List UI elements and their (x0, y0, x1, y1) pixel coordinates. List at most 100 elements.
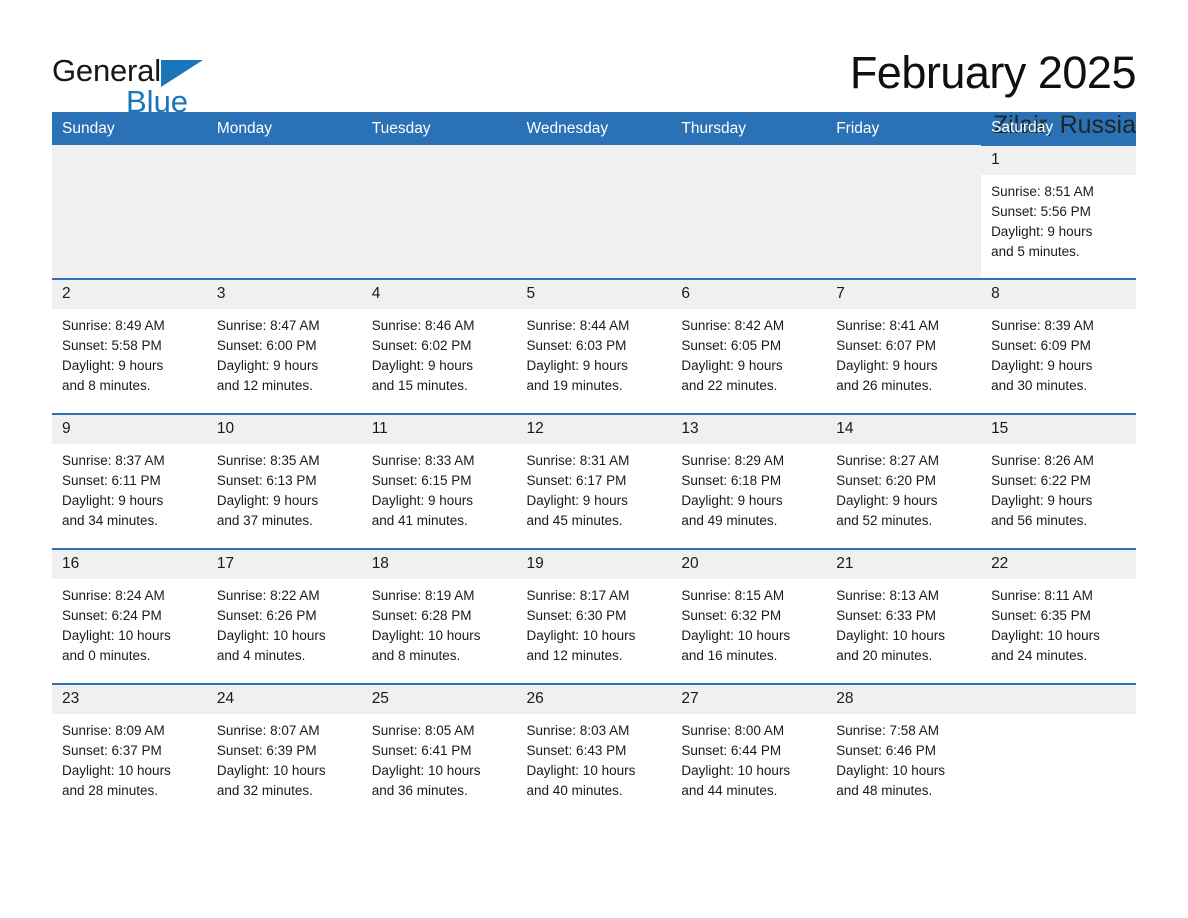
day-cell[interactable]: 22 Sunrise: 8:11 AM Sunset: 6:35 PM Dayl… (981, 548, 1136, 684)
daylight-text-line2: and 44 minutes. (681, 783, 778, 798)
sunset-text: Sunset: 6:18 PM (681, 473, 782, 488)
sunrise-text: Sunrise: 8:07 AM (216, 723, 320, 738)
day-number-blank (361, 145, 517, 174)
day-number-blank (671, 145, 827, 174)
daylight-text-line2: and 15 minutes. (371, 378, 468, 393)
day-details: Sunrise: 8:00 AM Sunset: 6:44 PM Dayligh… (671, 714, 826, 801)
day-cell[interactable]: 21 Sunrise: 8:13 AM Sunset: 6:33 PM Dayl… (826, 548, 982, 684)
sunset-text: Sunset: 6:37 PM (62, 743, 162, 758)
day-number: 17 (206, 550, 362, 579)
daylight-text-line1: Daylight: 9 hours (526, 493, 628, 508)
day-cell[interactable]: 25 Sunrise: 8:05 AM Sunset: 6:41 PM Dayl… (361, 683, 517, 801)
day-cell[interactable]: 18 Sunrise: 8:19 AM Sunset: 6:28 PM Dayl… (361, 548, 517, 684)
day-details: Sunrise: 8:47 AM Sunset: 6:00 PM Dayligh… (207, 309, 362, 396)
day-details: Sunrise: 8:39 AM Sunset: 6:09 PM Dayligh… (981, 309, 1136, 396)
day-cell[interactable]: 13 Sunrise: 8:29 AM Sunset: 6:18 PM Dayl… (671, 413, 827, 549)
day-details: Sunrise: 8:35 AM Sunset: 6:13 PM Dayligh… (207, 444, 362, 531)
day-cell[interactable]: 26 Sunrise: 8:03 AM Sunset: 6:43 PM Dayl… (516, 683, 672, 801)
day-details: Sunrise: 8:49 AM Sunset: 5:58 PM Dayligh… (52, 309, 207, 396)
day-cell[interactable]: 28 Sunrise: 7:58 AM Sunset: 6:46 PM Dayl… (826, 683, 982, 801)
daylight-text-line1: Daylight: 10 hours (836, 628, 946, 643)
page-title: February 2025 (849, 47, 1137, 98)
day-number: 1 (981, 146, 1136, 175)
day-cell-empty (981, 683, 1136, 801)
calendar-week-row: 16 Sunrise: 8:24 AM Sunset: 6:24 PM Dayl… (52, 548, 1136, 684)
sunset-text: Sunset: 6:05 PM (681, 338, 782, 353)
sunrise-text: Sunrise: 8:17 AM (526, 588, 630, 603)
daylight-text-line2: and 0 minutes. (62, 648, 151, 663)
day-cell[interactable]: 20 Sunrise: 8:15 AM Sunset: 6:32 PM Dayl… (671, 548, 827, 684)
day-cell[interactable]: 14 Sunrise: 8:27 AM Sunset: 6:20 PM Dayl… (826, 413, 982, 549)
daylight-text-line2: and 34 minutes. (62, 513, 159, 528)
sunrise-text: Sunrise: 7:58 AM (836, 723, 940, 738)
sunset-text: Sunset: 6:17 PM (526, 473, 627, 488)
day-number: 14 (826, 415, 982, 444)
day-number: 9 (52, 415, 207, 444)
daylight-text-line1: Daylight: 9 hours (681, 358, 783, 373)
daylight-text-line2: and 8 minutes. (62, 378, 151, 393)
day-number: 8 (981, 280, 1136, 309)
daylight-text-line2: and 41 minutes. (371, 513, 468, 528)
sunrise-text: Sunrise: 8:47 AM (216, 318, 320, 333)
daylight-text-line1: Daylight: 10 hours (526, 628, 636, 643)
sunrise-text: Sunrise: 8:37 AM (62, 453, 165, 468)
day-cell[interactable]: 2 Sunrise: 8:49 AM Sunset: 5:58 PM Dayli… (52, 278, 207, 414)
day-number: 27 (671, 685, 827, 714)
daylight-text-line1: Daylight: 10 hours (526, 763, 636, 778)
daylight-text-line2: and 37 minutes. (216, 513, 313, 528)
sunrise-text: Sunrise: 8:41 AM (836, 318, 940, 333)
day-details: Sunrise: 8:51 AM Sunset: 5:56 PM Dayligh… (981, 175, 1136, 262)
calendar-grid: Sunday Monday Tuesday Wednesday Thursday… (52, 112, 1136, 801)
sunset-text: Sunset: 6:33 PM (836, 608, 937, 623)
day-cell[interactable]: 23 Sunrise: 8:09 AM Sunset: 6:37 PM Dayl… (52, 683, 207, 801)
day-cell[interactable]: 1 Sunrise: 8:51 AM Sunset: 5:56 PM Dayli… (981, 144, 1136, 279)
sunset-text: Sunset: 6:15 PM (371, 473, 472, 488)
day-cell-empty (52, 145, 207, 279)
sunrise-text: Sunrise: 8:44 AM (526, 318, 630, 333)
day-cell[interactable]: 15 Sunrise: 8:26 AM Sunset: 6:22 PM Dayl… (981, 413, 1136, 549)
logo-general-label: General (52, 53, 161, 88)
day-cell[interactable]: 3 Sunrise: 8:47 AM Sunset: 6:00 PM Dayli… (206, 278, 362, 414)
sunset-text: Sunset: 6:07 PM (836, 338, 937, 353)
day-cell[interactable]: 16 Sunrise: 8:24 AM Sunset: 6:24 PM Dayl… (52, 548, 207, 684)
day-cell[interactable]: 4 Sunrise: 8:46 AM Sunset: 6:02 PM Dayli… (361, 278, 517, 414)
sunrise-text: Sunrise: 8:51 AM (991, 184, 1094, 199)
sunset-text: Sunset: 6:35 PM (991, 608, 1091, 623)
day-cell[interactable]: 10 Sunrise: 8:35 AM Sunset: 6:13 PM Dayl… (206, 413, 362, 549)
day-cell[interactable]: 6 Sunrise: 8:42 AM Sunset: 6:05 PM Dayli… (671, 278, 827, 414)
generalblue-logo[interactable]: General Blue (52, 48, 282, 118)
day-cell[interactable]: 27 Sunrise: 8:00 AM Sunset: 6:44 PM Dayl… (671, 683, 827, 801)
day-number-blank (516, 145, 672, 174)
sunset-text: Sunset: 6:24 PM (62, 608, 162, 623)
day-details: Sunrise: 8:26 AM Sunset: 6:22 PM Dayligh… (981, 444, 1136, 531)
day-cell[interactable]: 19 Sunrise: 8:17 AM Sunset: 6:30 PM Dayl… (516, 548, 672, 684)
day-cell[interactable]: 17 Sunrise: 8:22 AM Sunset: 6:26 PM Dayl… (206, 548, 362, 684)
day-cell[interactable]: 11 Sunrise: 8:33 AM Sunset: 6:15 PM Dayl… (361, 413, 517, 549)
day-number: 22 (981, 550, 1136, 579)
sunrise-text: Sunrise: 8:29 AM (681, 453, 785, 468)
daylight-text-line2: and 20 minutes. (836, 648, 933, 663)
daylight-text-line2: and 49 minutes. (681, 513, 778, 528)
sunset-text: Sunset: 6:46 PM (836, 743, 937, 758)
day-cell[interactable]: 9 Sunrise: 8:37 AM Sunset: 6:11 PM Dayli… (52, 413, 207, 549)
sunset-text: Sunset: 6:30 PM (526, 608, 627, 623)
daylight-text-line2: and 5 minutes. (991, 244, 1080, 259)
day-cell[interactable]: 12 Sunrise: 8:31 AM Sunset: 6:17 PM Dayl… (516, 413, 672, 549)
daylight-text-line2: and 4 minutes. (216, 648, 306, 663)
sunrise-text: Sunrise: 8:46 AM (371, 318, 475, 333)
day-details: Sunrise: 8:27 AM Sunset: 6:20 PM Dayligh… (826, 444, 981, 531)
day-number: 19 (516, 550, 672, 579)
daylight-text-line2: and 40 minutes. (526, 783, 623, 798)
sunrise-text: Sunrise: 8:15 AM (681, 588, 785, 603)
day-cell[interactable]: 5 Sunrise: 8:44 AM Sunset: 6:03 PM Dayli… (516, 278, 672, 414)
day-cell[interactable]: 7 Sunrise: 8:41 AM Sunset: 6:07 PM Dayli… (826, 278, 982, 414)
weekday-header-thursday: Thursday (671, 112, 827, 145)
day-cell[interactable]: 24 Sunrise: 8:07 AM Sunset: 6:39 PM Dayl… (206, 683, 362, 801)
sunrise-text: Sunrise: 8:33 AM (371, 453, 475, 468)
day-cell[interactable]: 8 Sunrise: 8:39 AM Sunset: 6:09 PM Dayli… (981, 278, 1136, 414)
sunset-text: Sunset: 6:03 PM (526, 338, 627, 353)
day-details: Sunrise: 8:29 AM Sunset: 6:18 PM Dayligh… (671, 444, 826, 531)
sunrise-text: Sunrise: 8:27 AM (836, 453, 940, 468)
sunrise-text: Sunrise: 8:31 AM (526, 453, 630, 468)
daylight-text-line1: Daylight: 9 hours (991, 358, 1093, 373)
